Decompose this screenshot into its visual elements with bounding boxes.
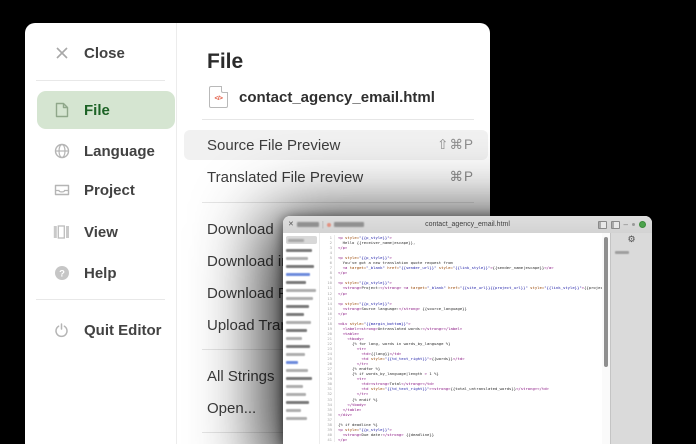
page-title: File — [207, 50, 243, 74]
power-icon — [53, 322, 70, 339]
blurred-string-list — [286, 249, 317, 420]
file-type-dot-icon — [327, 223, 331, 227]
view-columns-icon — [53, 224, 70, 241]
sidebar-item-language[interactable]: Language — [37, 132, 175, 170]
menu-divider — [202, 119, 474, 120]
shortcut-label: ⇧⌘P — [437, 137, 474, 153]
editor-right-panel: ⚙ — [610, 233, 652, 444]
blurred-string-item — [286, 393, 306, 396]
sidebar-item-label: Close — [84, 45, 125, 62]
blurred-string-item — [286, 321, 311, 324]
menu-item-label: Open... — [207, 400, 256, 417]
blurred-string-item — [286, 345, 310, 348]
code-line: 41</p> — [320, 437, 602, 442]
blurred-string-item — [286, 353, 305, 356]
close-tab-icon[interactable]: ✕ — [288, 221, 294, 228]
minimize-icon[interactable]: – — [624, 221, 628, 229]
scrollbar-track[interactable] — [602, 233, 610, 444]
blurred-string-item — [286, 305, 309, 308]
blurred-string-item — [286, 385, 303, 388]
blurred-string-item — [286, 257, 308, 260]
blurred-string-item — [286, 417, 307, 420]
panel-toggle-icon[interactable] — [611, 221, 620, 229]
menu-item-label: All Strings — [207, 368, 275, 385]
zoom-dot-icon[interactable] — [632, 223, 635, 226]
sidebar-item-label: Quit Editor — [84, 322, 162, 339]
panel-toggle-icon[interactable] — [598, 221, 607, 229]
blurred-string-item — [286, 281, 306, 284]
blurred-string-item — [286, 329, 307, 332]
menu-item-translated-file-preview[interactable]: Translated File Preview ⌘P — [184, 162, 488, 192]
sidebar-item-project[interactable]: Project — [37, 171, 175, 209]
window-titlebar[interactable]: contact_agency_email.html ✕ | – — [283, 216, 652, 234]
close-icon — [53, 45, 70, 62]
menu-item-label: Translated File Preview — [207, 169, 363, 186]
sidebar-item-label: Help — [84, 265, 117, 282]
sidebar-item-view[interactable]: View — [37, 213, 175, 251]
code-line: 11 <strong>Project:</strong> <a target="… — [320, 285, 602, 290]
blurred-string-item — [286, 273, 310, 276]
current-file-row: </> contact_agency_email.html — [209, 82, 435, 112]
sidebar-item-label: File — [84, 102, 110, 119]
source-preview-window: contact_agency_email.html ✕ | – 1<p styl… — [283, 216, 652, 444]
menu-item-label: Download — [207, 221, 274, 238]
shortcut-label: ⌘P — [449, 169, 474, 185]
search-placeholder-blur — [288, 239, 304, 242]
file-icon — [53, 102, 70, 119]
blurred-string-item — [286, 361, 298, 364]
help-icon: ? — [53, 265, 70, 282]
blurred-string-item — [286, 401, 309, 404]
titlebar-tabs: ✕ | — [288, 220, 364, 229]
sidebar-item-quit-editor[interactable]: Quit Editor — [37, 311, 175, 349]
sidebar-item-label: Language — [84, 143, 155, 160]
blurred-string-item — [286, 297, 313, 300]
menu-sidebar: Close File Language Project View — [25, 23, 177, 444]
menu-item-label: Download Fi — [207, 285, 290, 302]
menu-item-label: Source File Preview — [207, 137, 340, 154]
sidebar-item-close[interactable]: Close — [37, 34, 175, 72]
blurred-string-item — [286, 313, 304, 316]
sidebar-item-label: View — [84, 224, 118, 241]
sidebar-divider — [36, 299, 165, 300]
menu-item-source-file-preview[interactable]: Source File Preview ⇧⌘P — [184, 130, 488, 160]
sidebar-item-file[interactable]: File — [37, 91, 175, 129]
blurred-string-item — [286, 409, 301, 412]
strings-sidebar — [283, 233, 320, 444]
file-name: contact_agency_email.html — [239, 89, 435, 106]
blurred-panel-text — [615, 251, 629, 254]
blurred-string-item — [286, 289, 316, 292]
gear-icon[interactable]: ⚙ — [626, 235, 638, 245]
sidebar-item-label: Project — [84, 182, 135, 199]
scrollbar-thumb[interactable] — [604, 237, 608, 367]
menu-divider — [202, 202, 474, 203]
svg-text:?: ? — [59, 268, 65, 279]
blurred-string-item — [286, 369, 308, 372]
blurred-tab-label[interactable] — [334, 222, 364, 227]
code-lines[interactable]: 1<p style="{{p_style}}">2 Hello {{receiv… — [320, 233, 602, 444]
search-in-file-input[interactable] — [286, 236, 317, 244]
project-tray-icon — [53, 182, 70, 199]
sidebar-item-help[interactable]: ? Help — [37, 254, 175, 292]
tab-separator: | — [322, 220, 324, 229]
blurred-tab-label[interactable] — [297, 222, 319, 227]
blurred-string-item — [286, 377, 312, 380]
globe-icon — [53, 143, 70, 160]
green-window-button[interactable] — [639, 221, 646, 228]
blurred-string-item — [286, 249, 312, 252]
window-body: 1<p style="{{p_style}}">2 Hello {{receiv… — [283, 233, 652, 444]
window-controls: – — [598, 221, 646, 229]
blurred-string-item — [286, 265, 314, 268]
menu-item-label: Download in — [207, 253, 290, 270]
html-file-icon: </> — [209, 86, 228, 108]
sidebar-divider — [36, 80, 165, 81]
blurred-string-item — [286, 337, 302, 340]
